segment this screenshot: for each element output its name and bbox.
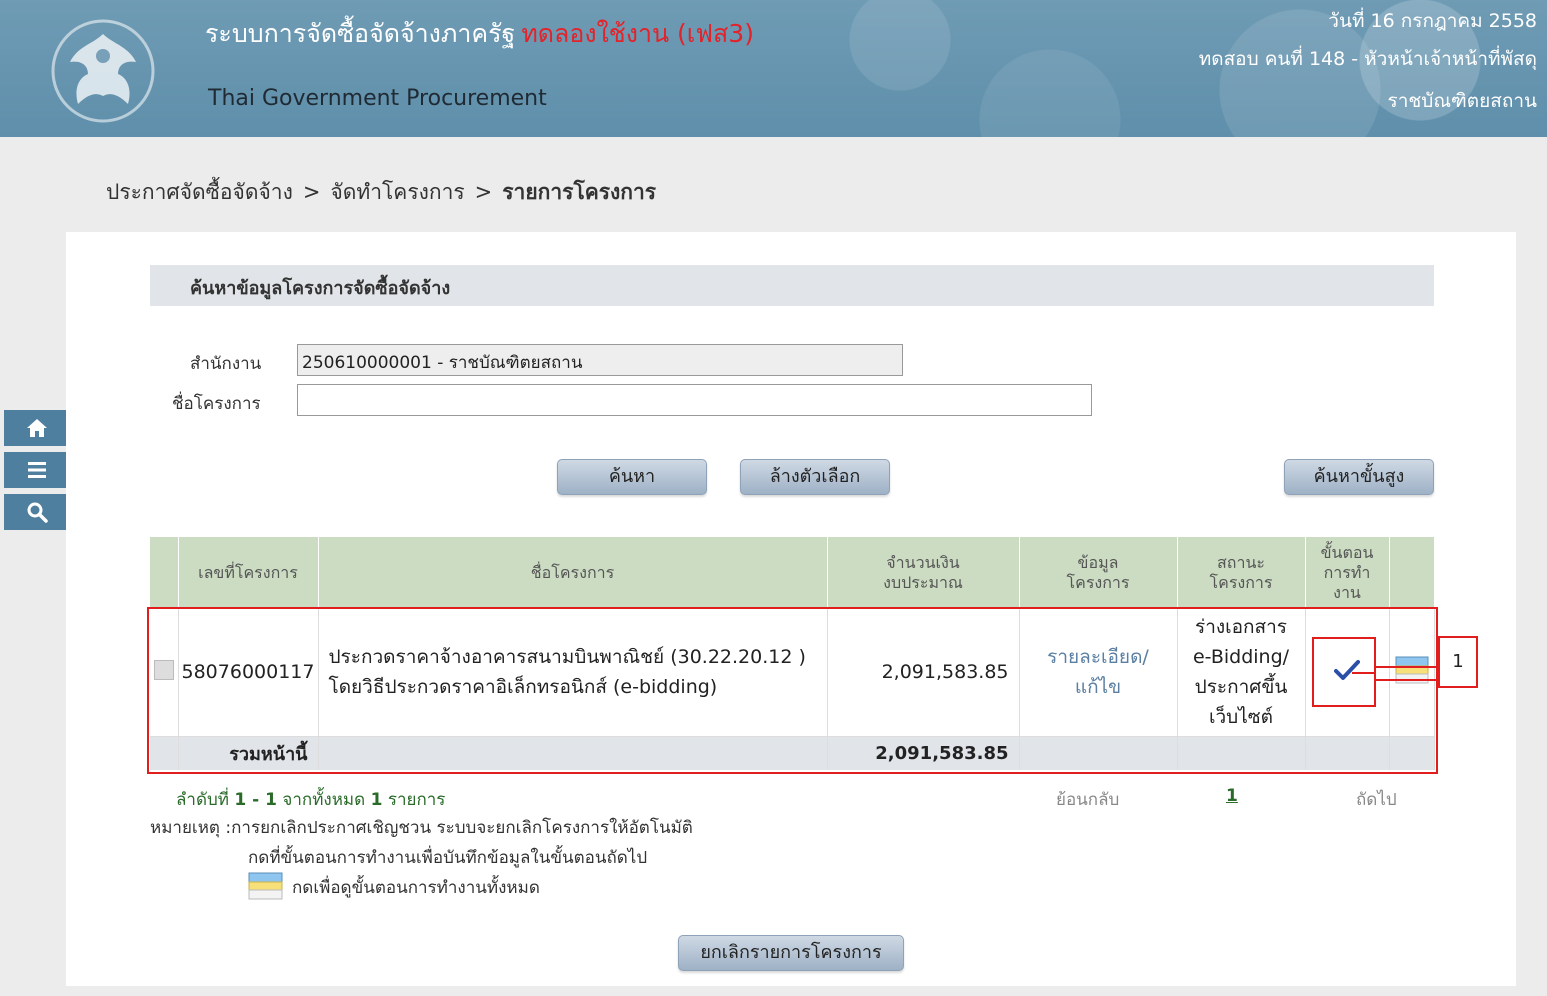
breadcrumb-item-announcement[interactable]: ประกาศจัดซื้อจัดจ้าง [106,180,293,204]
home-icon [27,419,47,437]
search-button[interactable]: ค้นหา [557,459,707,495]
header-banner: ระบบการจัดซื้อจัดจ้างภาครัฐ ทดลองใช้งาน (… [0,0,1547,137]
breadcrumb-item-project-list: รายการโครงการ [502,180,657,204]
header-org: ราชบัณฑิตยสถาน [1387,90,1537,112]
callout-number: 1 [1438,636,1478,688]
title-thai: ระบบการจัดซื้อจัดจ้างภาครัฐ [205,19,516,48]
header-date: วันที่ 16 กรกฎาคม 2558 [1328,10,1537,32]
pagination-prefix: ลำดับที่ [176,790,230,810]
breadcrumb-item-create-project[interactable]: จัดทำโครงการ [330,180,464,204]
search-icon [27,502,48,523]
next-page-link[interactable]: ถัดไป [1356,786,1397,813]
note-line-3: กดเพื่อดูขั้นตอนการทำงานทั้งหมด [292,878,540,898]
col-header-info-line2: โครงการ [1066,572,1130,592]
col-header-info: ข้อมูล โครงการ [1019,537,1178,608]
system-title: ระบบการจัดซื้อจัดจ้างภาครัฐ ทดลองใช้งาน (… [205,14,754,54]
menu-icon [28,462,46,478]
pagination-range: 1 - 1 [234,790,277,810]
pagination-suffix: รายการ [387,790,446,810]
pagination-count: 1 [370,790,383,810]
col-header-info-line1: ข้อมูล [1077,552,1119,572]
sidenav-search-button[interactable] [4,494,70,530]
table-header-row: เลขที่โครงการ ชื่อโครงการ จำนวนเงิน งบประ… [150,537,1435,608]
col-header-project-name: ชื่อโครงการ [318,537,828,608]
sidenav-home-button[interactable] [4,410,70,446]
header-user: ทดสอบ คนที่ 148 - หัวหน้าเจ้าหน้าที่พัสด… [1198,48,1537,70]
col-header-step: ขั้นตอน การทำ งาน [1305,537,1390,608]
col-header-status-line1: สถานะ [1217,552,1265,572]
col-header-all-steps [1389,537,1435,608]
col-header-step-line3: งาน [1333,582,1361,602]
office-label: สำนักงาน [190,354,262,374]
title-trial: ทดลองใช้งาน (เฟส3) [521,19,754,48]
col-header-select [150,537,179,608]
breadcrumb-separator: > [302,180,321,204]
garuda-logo-icon [51,19,155,123]
pagination-mid: จากทั้งหมด [282,790,366,810]
col-header-budget-line1: จำนวนเงิน [886,552,960,572]
system-subtitle: Thai Government Procurement [208,86,547,111]
sidenav-menu-button[interactable] [4,452,70,488]
cancel-project-button[interactable]: ยกเลิกรายการโครงการ [678,935,904,971]
col-header-step-line2: การทำ [1323,562,1371,582]
col-header-step-line1: ขั้นตอน [1320,542,1374,562]
note-line-1: หมายเหตุ :การยกเลิกประกาศเชิญชวน ระบบจะย… [150,818,693,838]
col-header-project-no: เลขที่โครงการ [178,537,319,608]
advanced-search-button[interactable]: ค้นหาขั้นสูง [1284,459,1434,495]
breadcrumb: ประกาศจัดซื้อจัดจ้าง > จัดทำโครงการ > รายการ… [106,176,656,209]
clear-button[interactable]: ล้างตัวเลือก [740,459,890,495]
col-header-budget-line2: งบประมาณ [883,572,963,592]
col-header-status-line2: โครงการ [1209,572,1273,592]
prev-page-link[interactable]: ย้อนกลับ [1056,786,1119,813]
pagination-summary: ลำดับที่ 1 - 1 จากทั้งหมด 1 รายการ [176,786,445,813]
breadcrumb-separator: > [474,180,493,204]
row-highlight-box [147,607,1438,774]
project-name-input[interactable] [297,384,1092,416]
office-field[interactable]: 250610000001 - ราชบัณฑิตยสถาน [297,344,903,376]
project-name-label: ชื่อโครงการ [172,394,261,414]
page-number-link[interactable]: 1 [1226,786,1238,806]
col-header-budget: จำนวนเงิน งบประมาณ [827,537,1020,608]
note-line-2: กดที่ขั้นตอนการทำงานเพื่อบันทึกข้อมูลในข… [248,848,648,868]
col-header-status: สถานะ โครงการ [1177,537,1306,608]
search-section-heading: ค้นหาข้อมูลโครงการจัดซื้อจัดจ้าง [150,265,1434,306]
workflow-legend-icon [248,872,283,900]
